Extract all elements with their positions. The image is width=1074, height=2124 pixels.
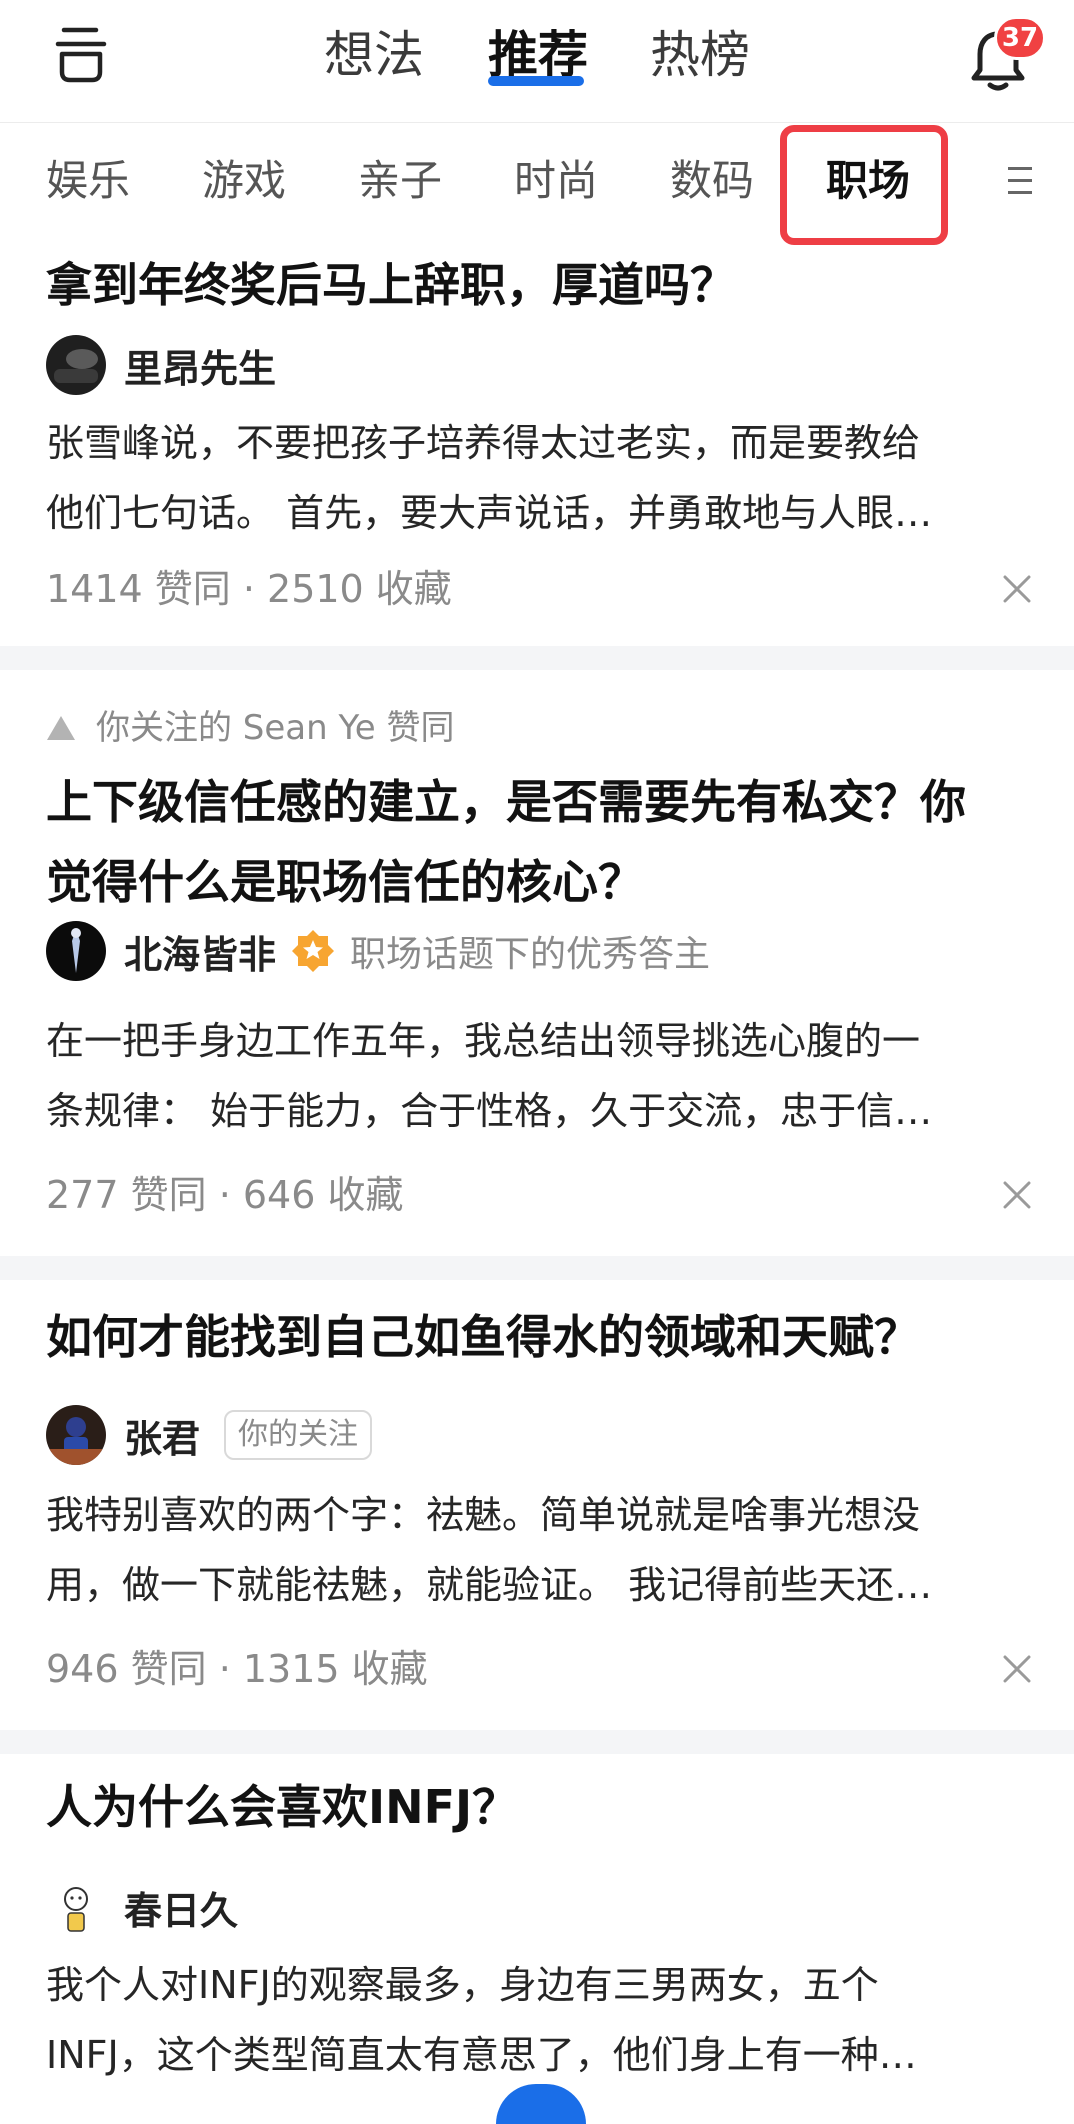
- avatar[interactable]: [46, 1877, 106, 1937]
- close-icon[interactable]: [1002, 1654, 1032, 1684]
- excerpt-line: INFJ，这个类型简直太有意思了，他们身上有一种…: [46, 2033, 917, 2077]
- following-tag: 你的关注: [224, 1410, 373, 1460]
- close-icon[interactable]: [1002, 574, 1032, 604]
- close-icon[interactable]: [1002, 1180, 1032, 1210]
- answer-stats: 277 赞同 · 646 收藏: [46, 1173, 404, 1217]
- author-name[interactable]: 里昂先生: [124, 338, 276, 393]
- excerpt-line: 条规律： 始于能力，合于性格，久于交流，忠于信…: [46, 1089, 933, 1133]
- question-title-line: 觉得什么是职场信任的核心？: [46, 855, 644, 909]
- excellent-answerer-badge-icon: [292, 930, 335, 972]
- top-tab-bar: 想法 推荐 热榜: [0, 0, 1074, 122]
- author-name[interactable]: 春日久: [124, 1880, 238, 1935]
- tab-hot-list[interactable]: 热榜: [650, 24, 750, 86]
- excerpt-line: 我特别喜欢的两个字：祛魅。简单说就是啥事光想没: [46, 1493, 921, 1537]
- feed-divider: [0, 646, 1074, 670]
- feed-card[interactable]: 拿到年终奖后马上辞职，厚道吗？ 里昂先生 张雪峰说，不要把孩子培养得太过老实，而…: [0, 248, 1074, 646]
- category-parenting[interactable]: 亲子: [358, 153, 442, 209]
- triangle-up-icon: [47, 716, 75, 740]
- question-title[interactable]: 拿到年终奖后马上辞职，厚道吗？: [46, 248, 1036, 322]
- answer-excerpt[interactable]: 我特别喜欢的两个字：祛魅。简单说就是啥事光想没 用，做一下就能祛魅，就能验证。 …: [46, 1480, 1026, 1620]
- feed-divider: [0, 1256, 1074, 1280]
- follow-note: 你关注的 Sean Ye 赞同: [46, 706, 454, 750]
- excerpt-line: 我个人对INFJ的观察最多，身边有三男两女，五个: [46, 1963, 879, 2007]
- excerpt-line: 用，做一下就能祛魅，就能验证。 我记得前些天还…: [46, 1563, 933, 1607]
- category-fashion[interactable]: 时尚: [514, 153, 598, 209]
- feed-divider: [0, 1730, 1074, 1754]
- question-title[interactable]: 上下级信任感的建立，是否需要先有私交？你 觉得什么是职场信任的核心？: [46, 762, 1036, 922]
- excerpt-line: 张雪峰说，不要把孩子培养得太过老实，而是要教给: [46, 421, 921, 465]
- tab-ideas[interactable]: 想法: [324, 24, 424, 86]
- category-highlight-box: [780, 125, 948, 245]
- answer-excerpt[interactable]: 在一把手身边工作五年，我总结出领导挑选心腹的一 条规律： 始于能力，合于性格，久…: [46, 1006, 1026, 1146]
- category-entertainment[interactable]: 娱乐: [46, 153, 130, 209]
- feed-card[interactable]: 你关注的 Sean Ye 赞同 上下级信任感的建立，是否需要先有私交？你 觉得什…: [0, 670, 1074, 1256]
- question-title-line: 上下级信任感的建立，是否需要先有私交？你: [46, 775, 966, 829]
- question-title[interactable]: 如何才能找到自己如鱼得水的领域和天赋？: [46, 1300, 1036, 1374]
- author-name[interactable]: 北海皆非: [124, 924, 276, 979]
- author-name[interactable]: 张君: [124, 1408, 200, 1463]
- author-row: 春日久: [46, 1876, 252, 1938]
- author-row: 张君 你的关注: [46, 1404, 373, 1466]
- category-digital[interactable]: 数码: [670, 153, 754, 209]
- feed-card[interactable]: 如何才能找到自己如鱼得水的领域和天赋？ 张君 你的关注 我特别喜欢的两个字：祛魅…: [0, 1280, 1074, 1730]
- feed-card[interactable]: 人为什么会喜欢INFJ？ 春日久 我个人对INFJ的观察最多，身边有三男两女，五…: [0, 1754, 1074, 2098]
- author-description: 职场话题下的优秀答主: [350, 934, 711, 975]
- follow-note-text: 你关注的 Sean Ye 赞同: [96, 708, 455, 748]
- top-bar: 想法 推荐 热榜 37: [0, 0, 1074, 123]
- category-bar: 娱乐 游戏 亲子 时尚 数码 职场: [0, 123, 1074, 247]
- notifications-button[interactable]: 37: [958, 16, 1058, 96]
- answer-excerpt[interactable]: 张雪峰说，不要把孩子培养得太过老实，而是要教给 他们七句话。 首先，要大声说话，…: [46, 408, 1026, 548]
- avatar[interactable]: [46, 335, 106, 395]
- avatar[interactable]: [46, 1405, 106, 1465]
- category-games[interactable]: 游戏: [202, 153, 286, 209]
- answer-stats: 946 赞同 · 1315 收藏: [46, 1647, 428, 1691]
- author-row: 北海皆非 职场话题下的优秀答主: [46, 920, 710, 982]
- answer-stats: 1414 赞同 · 2510 收藏: [46, 567, 452, 611]
- author-row: 里昂先生: [46, 334, 290, 396]
- excerpt-line: 在一把手身边工作五年，我总结出领导挑选心腹的一: [46, 1019, 921, 1063]
- answer-excerpt[interactable]: 我个人对INFJ的观察最多，身边有三男两女，五个 INFJ，这个类型简直太有意思…: [46, 1950, 1026, 2090]
- question-title[interactable]: 人为什么会喜欢INFJ？: [46, 1770, 1036, 1844]
- menu-icon[interactable]: [1004, 159, 1036, 203]
- excerpt-line: 他们七句话。 首先，要大声说话，并勇敢地与人眼…: [46, 491, 933, 535]
- active-tab-indicator: [488, 76, 584, 86]
- avatar[interactable]: [46, 921, 106, 981]
- notification-count-badge: 37: [994, 16, 1046, 60]
